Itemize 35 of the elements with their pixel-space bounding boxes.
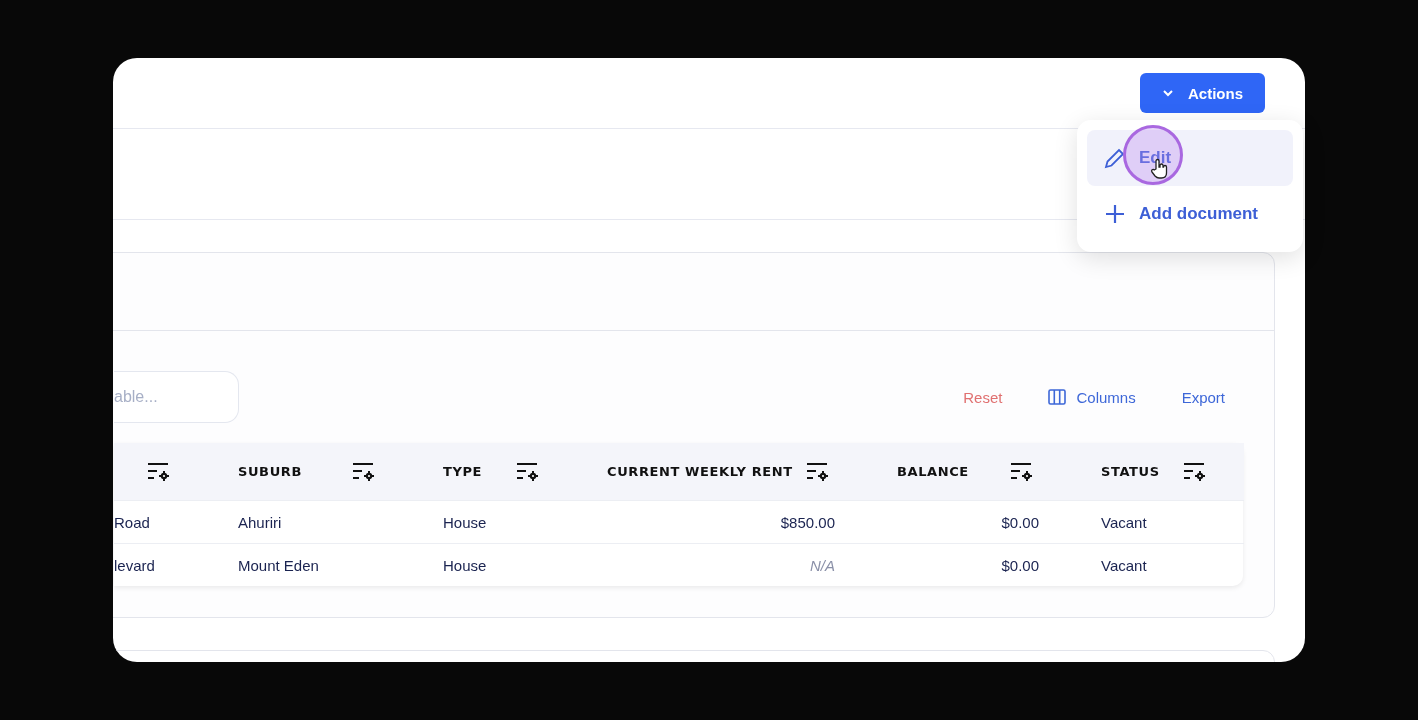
search-field[interactable]: able... xyxy=(114,371,239,423)
filter-settings-icon[interactable] xyxy=(1010,461,1034,482)
table-cell: $850.00 xyxy=(607,500,897,543)
column-header[interactable]: SUBURB xyxy=(238,443,443,500)
menu-item[interactable]: Edit xyxy=(1087,130,1293,186)
columns-button[interactable]: Columns xyxy=(1048,388,1136,406)
table-cell: House xyxy=(443,543,607,586)
pencil-icon xyxy=(1103,146,1127,170)
chevron-icon xyxy=(1162,89,1174,97)
click-indicator xyxy=(1123,125,1183,185)
filter-settings-icon[interactable] xyxy=(1183,461,1207,482)
column-header[interactable]: BALANCE xyxy=(897,443,1101,500)
table-cell: Vacant xyxy=(1101,500,1244,543)
table-cell: House xyxy=(443,500,607,543)
table-cell: N/A xyxy=(607,543,897,586)
export-button[interactable]: Export xyxy=(1181,388,1225,406)
column-header[interactable]: STATUS xyxy=(1101,443,1244,500)
table-cell: Ahuriri xyxy=(238,500,443,543)
columns-icon xyxy=(1048,389,1067,405)
filter-settings-icon[interactable] xyxy=(806,461,830,482)
reset-button[interactable]: Reset xyxy=(963,388,1003,406)
table-cell: levard xyxy=(114,543,238,586)
column-header[interactable]: CURRENT WEEKLY RENT xyxy=(607,443,897,500)
filter-settings-icon[interactable] xyxy=(516,461,540,482)
menu-item[interactable]: Add document xyxy=(1087,186,1293,242)
table-cell: $0.00 xyxy=(897,500,1101,543)
table-cell: Vacant xyxy=(1101,543,1244,586)
table-cell: Road xyxy=(114,500,238,543)
filter-settings-icon[interactable] xyxy=(352,461,376,482)
actions-button[interactable]: Actions xyxy=(1140,73,1265,113)
plus-icon xyxy=(1103,202,1127,226)
table-cell: $0.00 xyxy=(897,543,1101,586)
filter-settings-icon[interactable] xyxy=(147,461,171,482)
column-header[interactable]: TYPE xyxy=(443,443,607,500)
table-cell: Mount Eden xyxy=(238,543,443,586)
